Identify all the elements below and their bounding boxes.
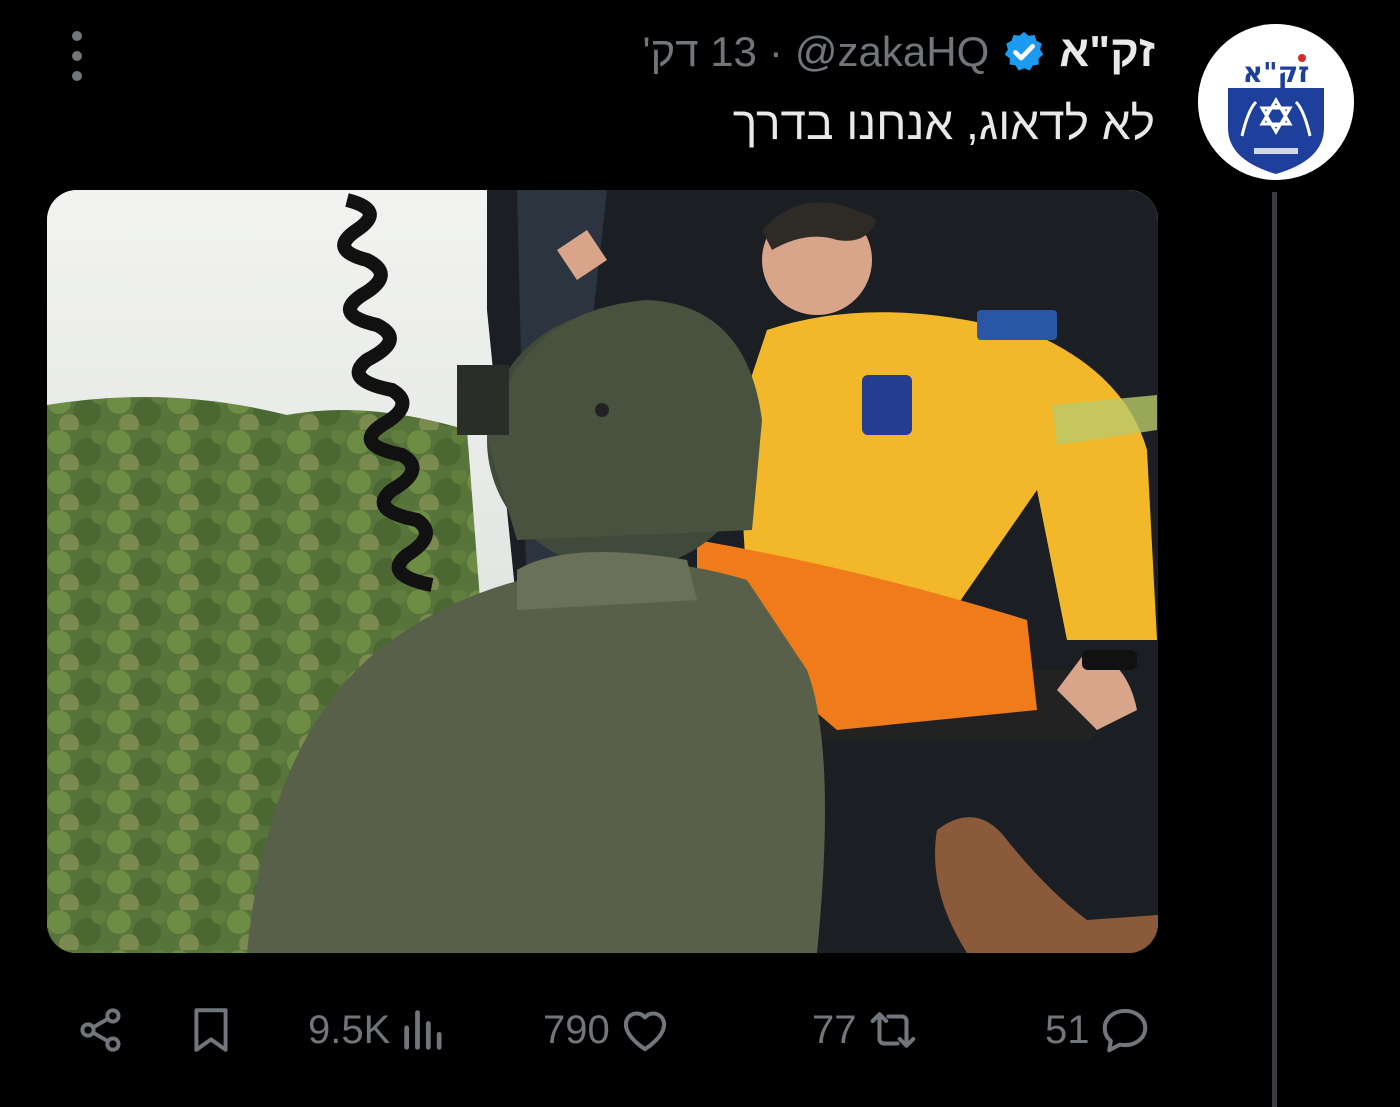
tweet-actions: 9.5K 790 77 51 (0, 990, 1400, 1070)
tweet-time[interactable]: 13 דק' (642, 28, 756, 76)
zaka-logo: זק"א (1198, 24, 1354, 180)
retweets-count: 77 (812, 1007, 857, 1052)
views-button[interactable]: 9.5K (308, 990, 452, 1070)
heart-icon (623, 1011, 666, 1052)
like-button[interactable]: 790 (543, 990, 674, 1070)
reply-button[interactable]: 51 (1045, 990, 1154, 1070)
likes-count: 790 (543, 1007, 610, 1052)
separator-dot: · (768, 28, 783, 75)
user-handle[interactable]: @zakaHQ (795, 28, 989, 76)
more-options-button[interactable] (64, 28, 90, 84)
retweet-button[interactable]: 77 (812, 990, 923, 1070)
reply-bubble-icon (1102, 1008, 1147, 1053)
display-name[interactable]: זק"א (1059, 27, 1155, 77)
views-chart-icon (404, 1010, 442, 1050)
thread-line (1272, 192, 1277, 1107)
share-button[interactable] (75, 990, 127, 1070)
tweet-text: לא לדאוג, אנחנו בדרך (732, 97, 1155, 149)
more-vertical-icon (72, 31, 82, 81)
bookmark-button[interactable] (186, 990, 236, 1070)
retweet-icon (870, 1012, 915, 1048)
share-icon (80, 1008, 121, 1052)
views-count: 9.5K (308, 1007, 391, 1052)
bookmark-icon (194, 1008, 228, 1052)
avatar[interactable]: זק"א (1198, 24, 1354, 180)
helicopter-rescue-photo (47, 190, 1158, 953)
verified-badge-icon (1005, 31, 1044, 71)
replies-count: 51 (1045, 1007, 1090, 1052)
tweet-header: 13 דק' · @zakaHQ זק"א (642, 22, 1155, 82)
tweet-photo[interactable] (47, 190, 1158, 953)
